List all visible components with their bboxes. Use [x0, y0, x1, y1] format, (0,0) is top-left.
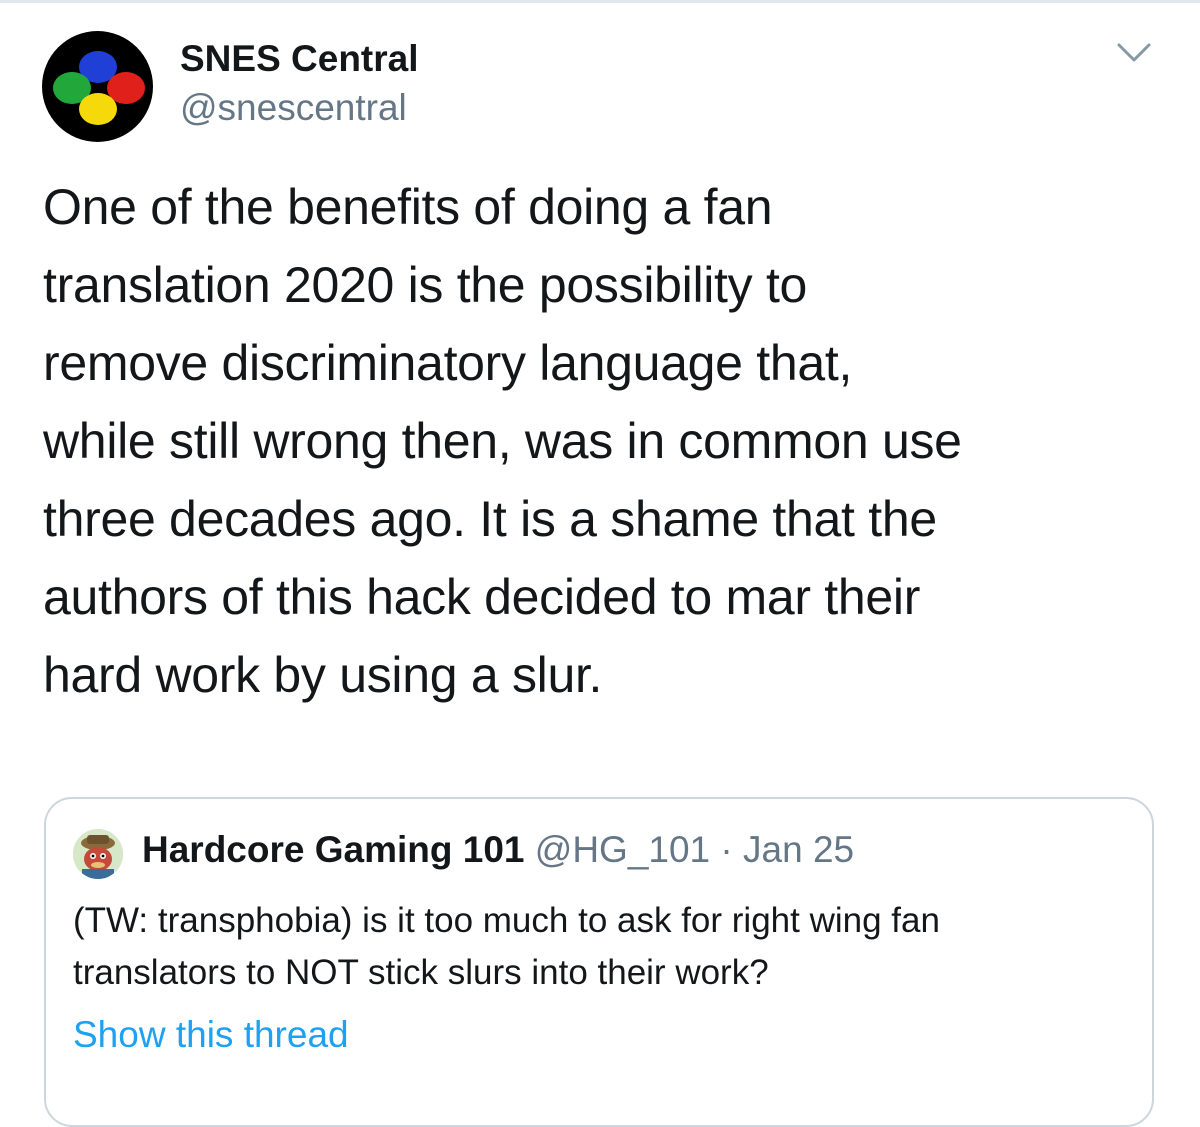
snes-central-avatar[interactable]	[42, 31, 153, 142]
quoted-tweet-header: Hardcore Gaming 101 @HG_101 · Jan 25	[142, 829, 854, 871]
quoted-text-line: (TW: transphobia) is it too much to ask …	[73, 901, 940, 940]
snes-controller-buttons-icon	[53, 51, 145, 125]
quoted-author-handle[interactable]: @HG_101	[535, 829, 710, 870]
tweet-text-line: translation 2020 is the possibility to	[43, 257, 808, 313]
mascot-avatar-icon	[73, 829, 123, 879]
quoted-author-display-name[interactable]: Hardcore Gaming 101	[142, 829, 524, 870]
quoted-tweet-date[interactable]: Jan 25	[743, 829, 854, 870]
quoted-text-line: translators to NOT stick slurs into thei…	[73, 953, 769, 992]
author-handle[interactable]: @snescentral	[180, 87, 407, 129]
tweet-body: One of the benefits of doing a fan trans…	[43, 168, 1163, 714]
tweet-text-line: hard work by using a slur.	[43, 647, 603, 703]
tweet-text-line: three decades ago. It is a shame that th…	[43, 491, 937, 547]
tweet-text-line: while still wrong then, was in common us…	[43, 413, 962, 469]
tweet-text-line: One of the benefits of doing a fan	[43, 179, 773, 235]
chevron-down-icon	[1117, 43, 1151, 62]
tweet-text-line: authors of this hack decided to mar thei…	[43, 569, 921, 625]
meta-separator: ·	[720, 829, 733, 870]
tweet-text-line: remove discriminatory language that,	[43, 335, 853, 391]
quoted-author-avatar[interactable]	[73, 829, 123, 879]
author-display-name[interactable]: SNES Central	[180, 38, 419, 80]
top-divider	[0, 0, 1200, 3]
show-thread-link[interactable]: Show this thread	[73, 1014, 349, 1056]
quoted-tweet-body: (TW: transphobia) is it too much to ask …	[73, 895, 1153, 999]
tweet-menu-button[interactable]	[1112, 36, 1156, 68]
